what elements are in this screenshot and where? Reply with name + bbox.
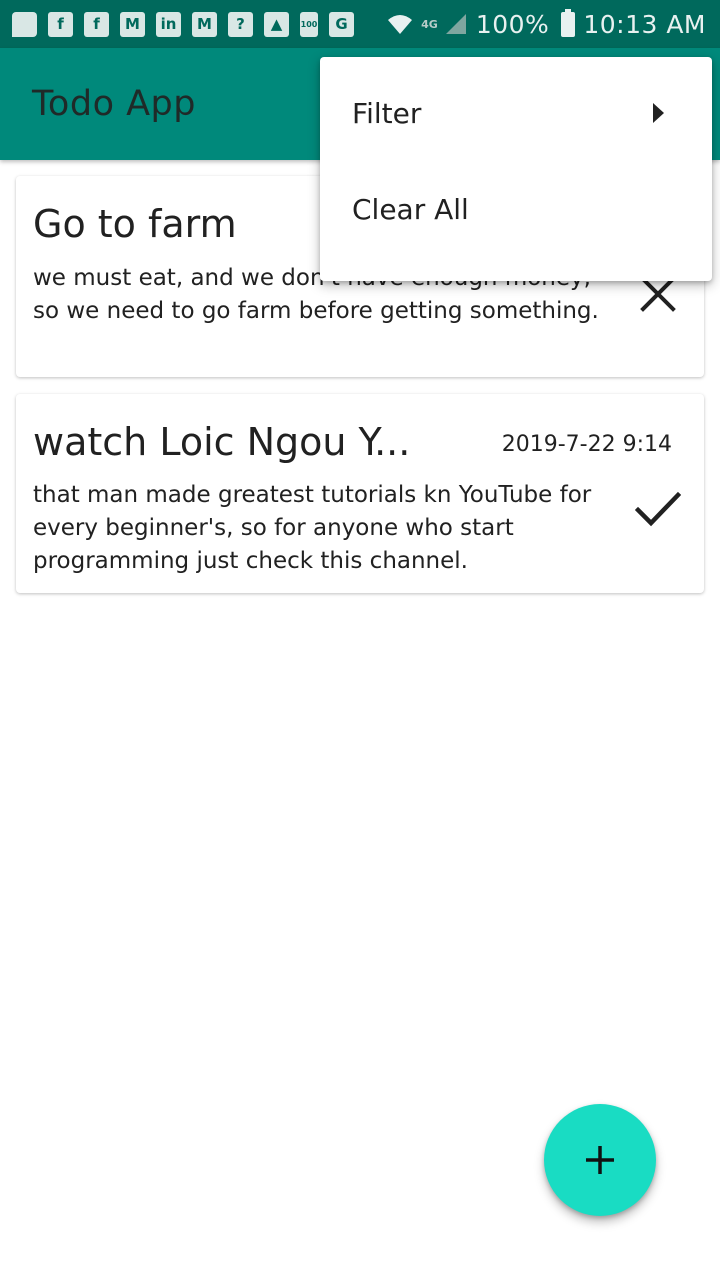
help-icon: ? [228, 11, 253, 37]
close-icon [640, 276, 676, 312]
chat-icon [12, 11, 37, 37]
clock: 10:13 AM [583, 9, 706, 39]
battery-percent: 100% [475, 9, 550, 39]
add-todo-button[interactable] [544, 1104, 656, 1216]
menu-item-clear-all[interactable]: Clear All [320, 161, 712, 257]
add-icon [586, 1146, 614, 1174]
wifi-icon [388, 15, 413, 34]
todo-date: 2019-7-22 9:14 [501, 432, 672, 457]
inbox-icon: M [192, 11, 217, 37]
todo-card[interactable]: watch Loic Ngou Y... 2019-7-22 9:14 that… [16, 394, 704, 593]
todo-title: watch Loic Ngou Y... [33, 420, 411, 464]
system-status: 4G 100% 10:13 AM [387, 8, 706, 39]
gmail-icon: M [120, 11, 145, 37]
app-title: Todo App [32, 84, 196, 124]
submenu-arrow-icon [653, 103, 664, 123]
battery-100-icon: 100 [300, 11, 318, 37]
complete-button[interactable] [634, 485, 682, 533]
todo-title: Go to farm [33, 202, 237, 246]
overflow-menu: Filter Clear All [320, 57, 712, 281]
menu-item-label: Clear All [352, 192, 469, 226]
notification-icons: f f M in M ? ▲ 100 G [12, 11, 354, 37]
menu-item-label: Filter [352, 96, 422, 130]
facebook-icon: f [48, 11, 73, 37]
todo-description: that man made greatest tutorials kn YouT… [33, 482, 592, 574]
signal-icon [445, 14, 466, 34]
battery-icon [561, 8, 576, 37]
network-type: 4G [421, 17, 438, 31]
menu-item-filter[interactable]: Filter [320, 65, 712, 161]
status-bar: f f M in M ? ▲ 100 G 4G 100% 10:13 AM [0, 0, 720, 48]
facebook-icon: f [84, 11, 109, 37]
translate-icon: G [329, 11, 354, 37]
linkedin-icon: in [156, 11, 181, 37]
check-icon [635, 491, 681, 527]
image-icon: ▲ [264, 11, 289, 37]
